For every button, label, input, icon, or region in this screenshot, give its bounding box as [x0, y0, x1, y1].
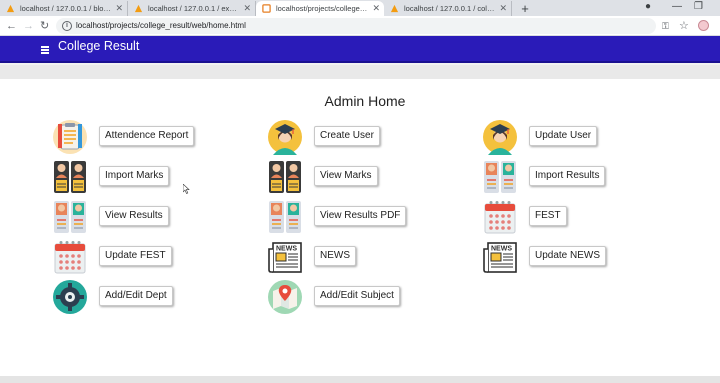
students-icon [53, 160, 87, 194]
app-title: College Result [58, 39, 140, 53]
newspaper-icon [268, 242, 302, 273]
report-icon [52, 119, 88, 155]
import-marks-button[interactable]: Import Marks [99, 166, 170, 186]
admin-home-card: Admin Home Attendence Report Create User… [0, 79, 720, 376]
page-favicon-icon [262, 4, 271, 13]
students-light-icon [268, 200, 302, 234]
tab-label: localhost / 127.0.0.1 / exam / an [148, 4, 255, 13]
tab-label: localhost / 127.0.0.1 / blood_ma [20, 4, 127, 13]
menu-item-import-results: Import Results [482, 159, 702, 195]
menu-item-update-fest: Update FEST [52, 239, 272, 275]
graduate-icon [267, 119, 303, 155]
add-edit-subject-button[interactable]: Add/Edit Subject [314, 286, 400, 306]
update-news-button[interactable]: Update NEWS [529, 246, 607, 266]
mouse-pointer-icon [183, 184, 190, 194]
students-light-icon [483, 160, 517, 194]
create-user-button[interactable]: Create User [314, 126, 380, 146]
forward-arrow-icon[interactable]: → [23, 19, 34, 33]
hamburger-menu-icon[interactable] [41, 46, 49, 56]
url-field[interactable]: i localhost/projects/college_result/web/… [56, 18, 656, 34]
calendar-icon [484, 200, 516, 234]
bookmark-star-icon[interactable]: ☆ [679, 19, 689, 33]
profile-avatar[interactable] [698, 20, 709, 31]
menu-item-view-results-pdf: View Results PDF [267, 199, 487, 235]
app-header: College Result [0, 36, 720, 63]
menu-item-news: NEWS [267, 239, 487, 275]
attendence-report-button[interactable]: Attendence Report [99, 126, 195, 146]
map-icon [268, 280, 302, 314]
new-tab-button[interactable]: + [516, 1, 534, 16]
phpmyadmin-icon [134, 4, 143, 13]
menu-item-add-edit-dept: Add/Edit Dept [52, 279, 272, 315]
browser-tab-bar: localhost / 127.0.0.1 / blood_ma ✕ local… [0, 0, 720, 16]
view-results-pdf-button[interactable]: View Results PDF [314, 206, 407, 226]
menu-item-update-news: Update NEWS [482, 239, 702, 275]
menu-item-import-marks: Import Marks [52, 159, 272, 195]
address-bar: ← → ↻ i localhost/projects/college_resul… [0, 16, 720, 36]
add-edit-dept-button[interactable]: Add/Edit Dept [99, 286, 173, 306]
url-text: localhost/projects/college_result/web/ho… [76, 21, 246, 30]
students-icon [268, 160, 302, 194]
update-user-button[interactable]: Update User [529, 126, 598, 146]
browser-tab[interactable]: localhost / 127.0.0.1 / college_re ✕ [384, 1, 512, 16]
maximize-icon[interactable]: ❐ [694, 1, 703, 12]
menu-item-view-marks: View Marks [267, 159, 487, 195]
tab-close-icon[interactable]: ✕ [499, 1, 507, 16]
calendar-icon [54, 240, 86, 274]
browser-tab[interactable]: localhost / 127.0.0.1 / blood_ma ✕ [0, 1, 128, 16]
newspaper-icon [483, 242, 517, 273]
minimize-icon[interactable]: — [672, 1, 682, 12]
menu-item-fest: FEST [482, 199, 702, 235]
back-arrow-icon[interactable]: ← [6, 19, 17, 33]
menu-item-create-user: Create User [267, 119, 487, 155]
graduate-icon [482, 119, 518, 155]
menu-item-view-results: View Results [52, 199, 272, 235]
browser-tab[interactable]: localhost / 127.0.0.1 / exam / an ✕ [128, 1, 256, 16]
header-spacer [0, 65, 720, 79]
browser-tab-active[interactable]: localhost/projects/college_result ✕ [256, 1, 384, 16]
menu-item-update-user: Update User [482, 119, 702, 155]
key-icon[interactable]: ⚿ [662, 19, 669, 33]
tab-close-icon[interactable]: ✕ [115, 1, 123, 16]
phpmyadmin-icon [390, 4, 399, 13]
tab-label: localhost/projects/college_result [276, 4, 383, 13]
phpmyadmin-icon [6, 4, 15, 13]
footer-band [0, 376, 720, 383]
fest-button[interactable]: FEST [529, 206, 567, 226]
view-marks-button[interactable]: View Marks [314, 166, 378, 186]
news-button[interactable]: NEWS [314, 246, 356, 266]
tab-close-icon[interactable]: ✕ [372, 1, 380, 16]
import-results-button[interactable]: Import Results [529, 166, 606, 186]
tab-label: localhost / 127.0.0.1 / college_re [404, 4, 512, 13]
update-fest-button[interactable]: Update FEST [99, 246, 172, 266]
profile-record-icon[interactable]: ● [645, 1, 651, 12]
menu-item-add-edit-subject: Add/Edit Subject [267, 279, 487, 315]
tab-close-icon[interactable]: ✕ [243, 1, 251, 16]
page-title: Admin Home [324, 93, 406, 109]
settings-icon [53, 280, 87, 314]
site-info-icon[interactable]: i [62, 21, 72, 31]
reload-icon[interactable]: ↻ [40, 19, 49, 33]
students-light-icon [53, 200, 87, 234]
view-results-button[interactable]: View Results [99, 206, 169, 226]
menu-item-attendence-report: Attendence Report [52, 119, 272, 155]
